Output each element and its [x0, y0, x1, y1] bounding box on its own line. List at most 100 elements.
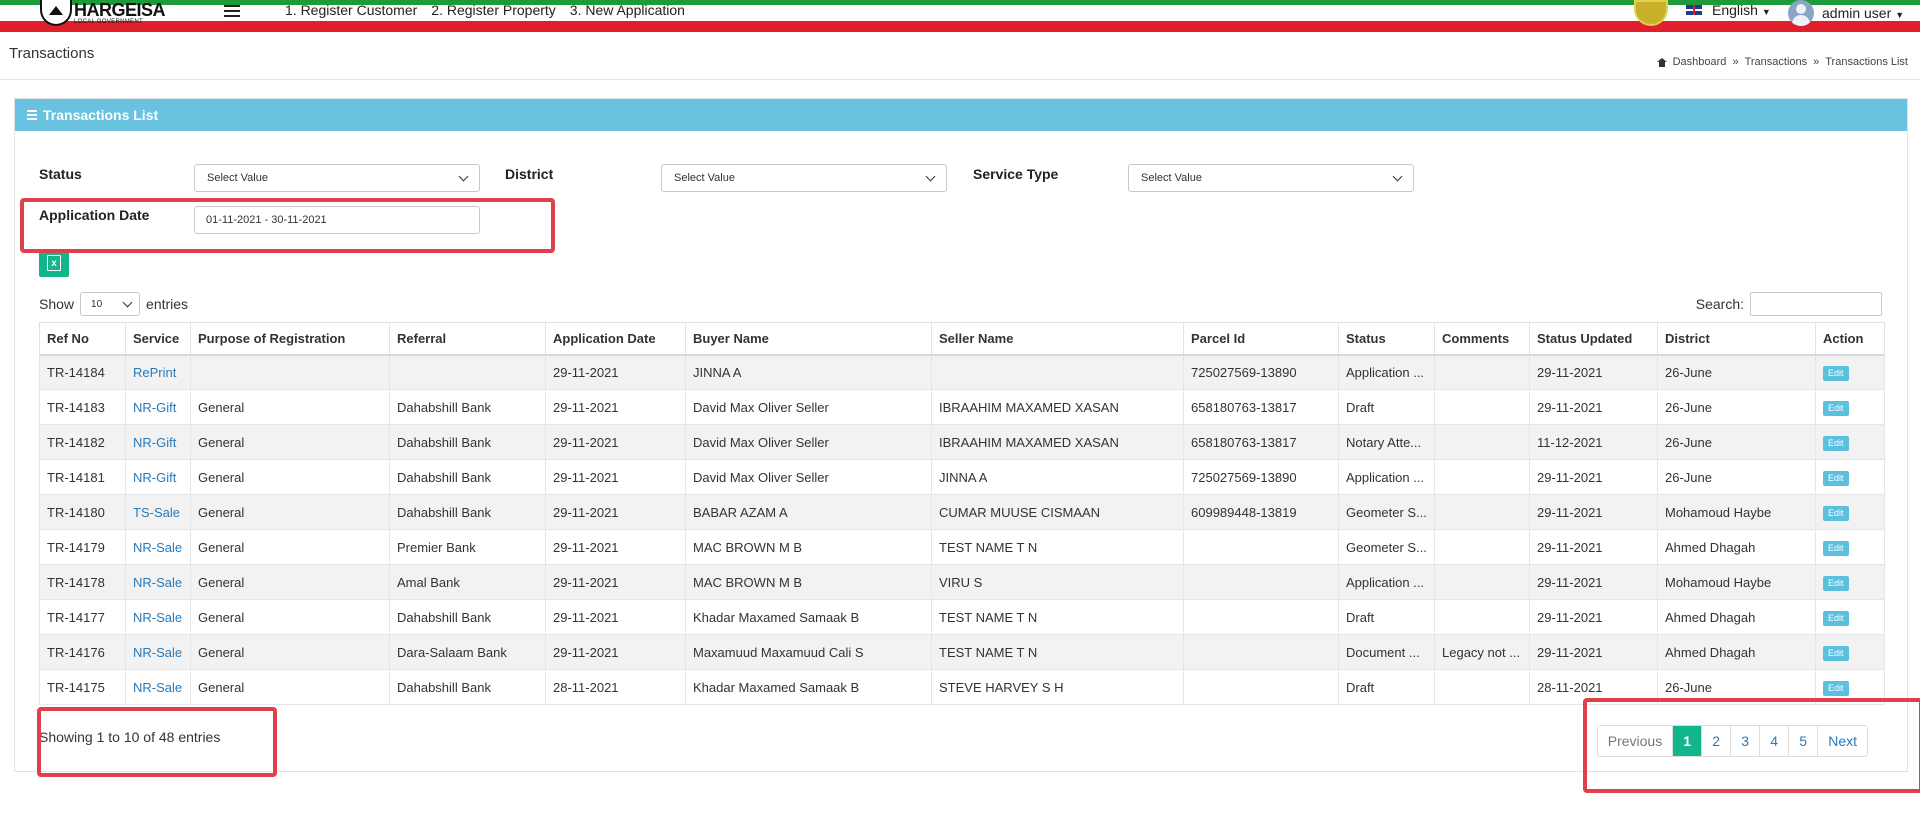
cell-seller-name: IBRAAHIM MAXAMED XASAN	[931, 424, 1184, 460]
cell-purpose: General	[190, 634, 390, 670]
cell-action: Edit	[1815, 459, 1885, 495]
district-select-value: Select Value	[674, 172, 735, 184]
user-menu[interactable]: admin user ▼	[1788, 0, 1904, 26]
breadcrumb-transactions[interactable]: Transactions	[1745, 56, 1808, 68]
hargeisa-logo[interactable]: HARGEISA LOCAL GOVERNMENT	[40, 0, 166, 26]
edit-button[interactable]: Edit	[1823, 645, 1849, 661]
edit-button[interactable]: Edit	[1823, 435, 1849, 451]
edit-button[interactable]: Edit	[1823, 575, 1849, 591]
column-header-parcel-id[interactable]: Parcel Id	[1183, 322, 1339, 356]
cell-ref-no: TR-14184	[39, 354, 126, 390]
cell-service[interactable]: NR-Sale	[125, 564, 191, 600]
column-header-action[interactable]: Action	[1815, 322, 1885, 356]
table-row: TR-14179 NR-Sale General Premier Bank 29-11-…	[39, 529, 1885, 565]
column-header-buyer-name[interactable]: Buyer Name	[685, 322, 932, 356]
breadcrumb-dashboard[interactable]: Dashboard	[1673, 56, 1727, 68]
annotation-box-info	[37, 707, 277, 777]
cell-parcel-id: 609989448-13819	[1183, 494, 1339, 530]
menu-toggle-icon[interactable]	[224, 5, 240, 17]
cell-seller-name: CUMAR MUUSE CISMAAN	[931, 494, 1184, 530]
cell-service[interactable]: NR-Gift	[125, 459, 191, 495]
transactions-table: Ref No Service Purpose of Registration Refe…	[39, 322, 1885, 705]
user-name: admin user	[1822, 5, 1892, 21]
service-type-select[interactable]: Select Value	[1128, 164, 1414, 192]
column-header-referral[interactable]: Referral	[389, 322, 546, 356]
cell-buyer-name: BABAR AZAM A	[685, 494, 932, 530]
cell-status: Application ...	[1338, 459, 1435, 495]
cell-parcel-id: 658180763-13817	[1183, 424, 1339, 460]
cell-action: Edit	[1815, 564, 1885, 600]
table-row: TR-14181 NR-Gift General Dahabshill Bank 29-…	[39, 459, 1885, 495]
cell-status-updated: 29-11-2021	[1529, 494, 1658, 530]
service-type-filter-label: Service Type	[973, 166, 1059, 182]
export-excel-button[interactable]: x	[39, 249, 69, 277]
cell-buyer-name: David Max Oliver Seller	[685, 424, 932, 460]
column-header-application-date[interactable]: Application Date	[545, 322, 686, 356]
status-select[interactable]: Select Value	[194, 164, 480, 192]
search-label: Search:	[1695, 296, 1744, 312]
nav-register-property[interactable]: 2. Register Property	[431, 2, 556, 18]
cell-purpose: General	[190, 459, 390, 495]
column-header-status[interactable]: Status	[1338, 322, 1435, 356]
edit-button[interactable]: Edit	[1823, 680, 1849, 696]
annotation-box-pager	[1583, 698, 1920, 793]
cell-action: Edit	[1815, 599, 1885, 635]
edit-button[interactable]: Edit	[1823, 610, 1849, 626]
cell-district: Ahmed Dhagah	[1657, 634, 1816, 670]
district-select[interactable]: Select Value	[661, 164, 947, 192]
column-header-service[interactable]: Service	[125, 322, 191, 356]
cell-seller-name	[931, 354, 1184, 390]
column-header-comments[interactable]: Comments	[1434, 322, 1530, 356]
search-input[interactable]	[1750, 292, 1882, 316]
cell-ref-no: TR-14176	[39, 634, 126, 670]
edit-button[interactable]: Edit	[1823, 400, 1849, 416]
edit-button[interactable]: Edit	[1823, 365, 1849, 381]
cell-purpose: General	[190, 564, 390, 600]
language-label: English	[1712, 2, 1758, 18]
avatar	[1788, 0, 1814, 26]
language-selector[interactable]: English ▼	[1686, 2, 1771, 18]
column-header-seller-name[interactable]: Seller Name	[931, 322, 1184, 356]
cell-service[interactable]: NR-Gift	[125, 424, 191, 460]
breadcrumb: Dashboard » Transactions » Transactions …	[1656, 56, 1908, 68]
cell-service[interactable]: RePrint	[125, 354, 191, 390]
cell-service[interactable]: NR-Sale	[125, 529, 191, 565]
cell-seller-name: TEST NAME T N	[931, 634, 1184, 670]
cell-application-date: 28-11-2021	[545, 669, 686, 705]
column-header-purpose[interactable]: Purpose of Registration	[190, 322, 390, 356]
cell-service[interactable]: NR-Sale	[125, 634, 191, 670]
edit-button[interactable]: Edit	[1823, 540, 1849, 556]
cell-service[interactable]: NR-Sale	[125, 599, 191, 635]
cell-action: Edit	[1815, 424, 1885, 460]
nav-new-application[interactable]: 3. New Application	[570, 2, 685, 18]
cell-service[interactable]: NR-Gift	[125, 389, 191, 425]
flag-stripe-red	[0, 21, 1920, 32]
cell-comments	[1434, 529, 1530, 565]
show-label: Show	[39, 296, 75, 312]
cell-buyer-name: Khadar Maxamed Samaak B	[685, 599, 932, 635]
top-navbar: HARGEISA LOCAL GOVERNMENT 1. Register Cu…	[0, 0, 1920, 32]
cell-action: Edit	[1815, 494, 1885, 530]
cell-comments	[1434, 494, 1530, 530]
cell-service[interactable]: NR-Sale	[125, 669, 191, 705]
cell-application-date: 29-11-2021	[545, 564, 686, 600]
cell-buyer-name: David Max Oliver Seller	[685, 389, 932, 425]
nav-register-customer[interactable]: 1. Register Customer	[285, 2, 417, 18]
cell-comments: Legacy not ...	[1434, 634, 1530, 670]
edit-button[interactable]: Edit	[1823, 505, 1849, 521]
cell-application-date: 29-11-2021	[545, 459, 686, 495]
cell-purpose: General	[190, 494, 390, 530]
cell-application-date: 29-11-2021	[545, 354, 686, 390]
edit-button[interactable]: Edit	[1823, 470, 1849, 486]
page-length-select[interactable]: 10	[80, 292, 141, 316]
cell-referral: Dahabshill Bank	[389, 424, 546, 460]
cell-seller-name: TEST NAME T N	[931, 599, 1184, 635]
cell-service[interactable]: TS-Sale	[125, 494, 191, 530]
cell-district: Mohamoud Haybe	[1657, 494, 1816, 530]
table-row: TR-14177 NR-Sale General Dahabshill Bank 29-…	[39, 599, 1885, 635]
column-header-ref-no[interactable]: Ref No	[39, 322, 126, 356]
cell-action: Edit	[1815, 389, 1885, 425]
column-header-district[interactable]: District	[1657, 322, 1816, 356]
column-header-status-updated[interactable]: Status Updated	[1529, 322, 1658, 356]
cell-application-date: 29-11-2021	[545, 389, 686, 425]
